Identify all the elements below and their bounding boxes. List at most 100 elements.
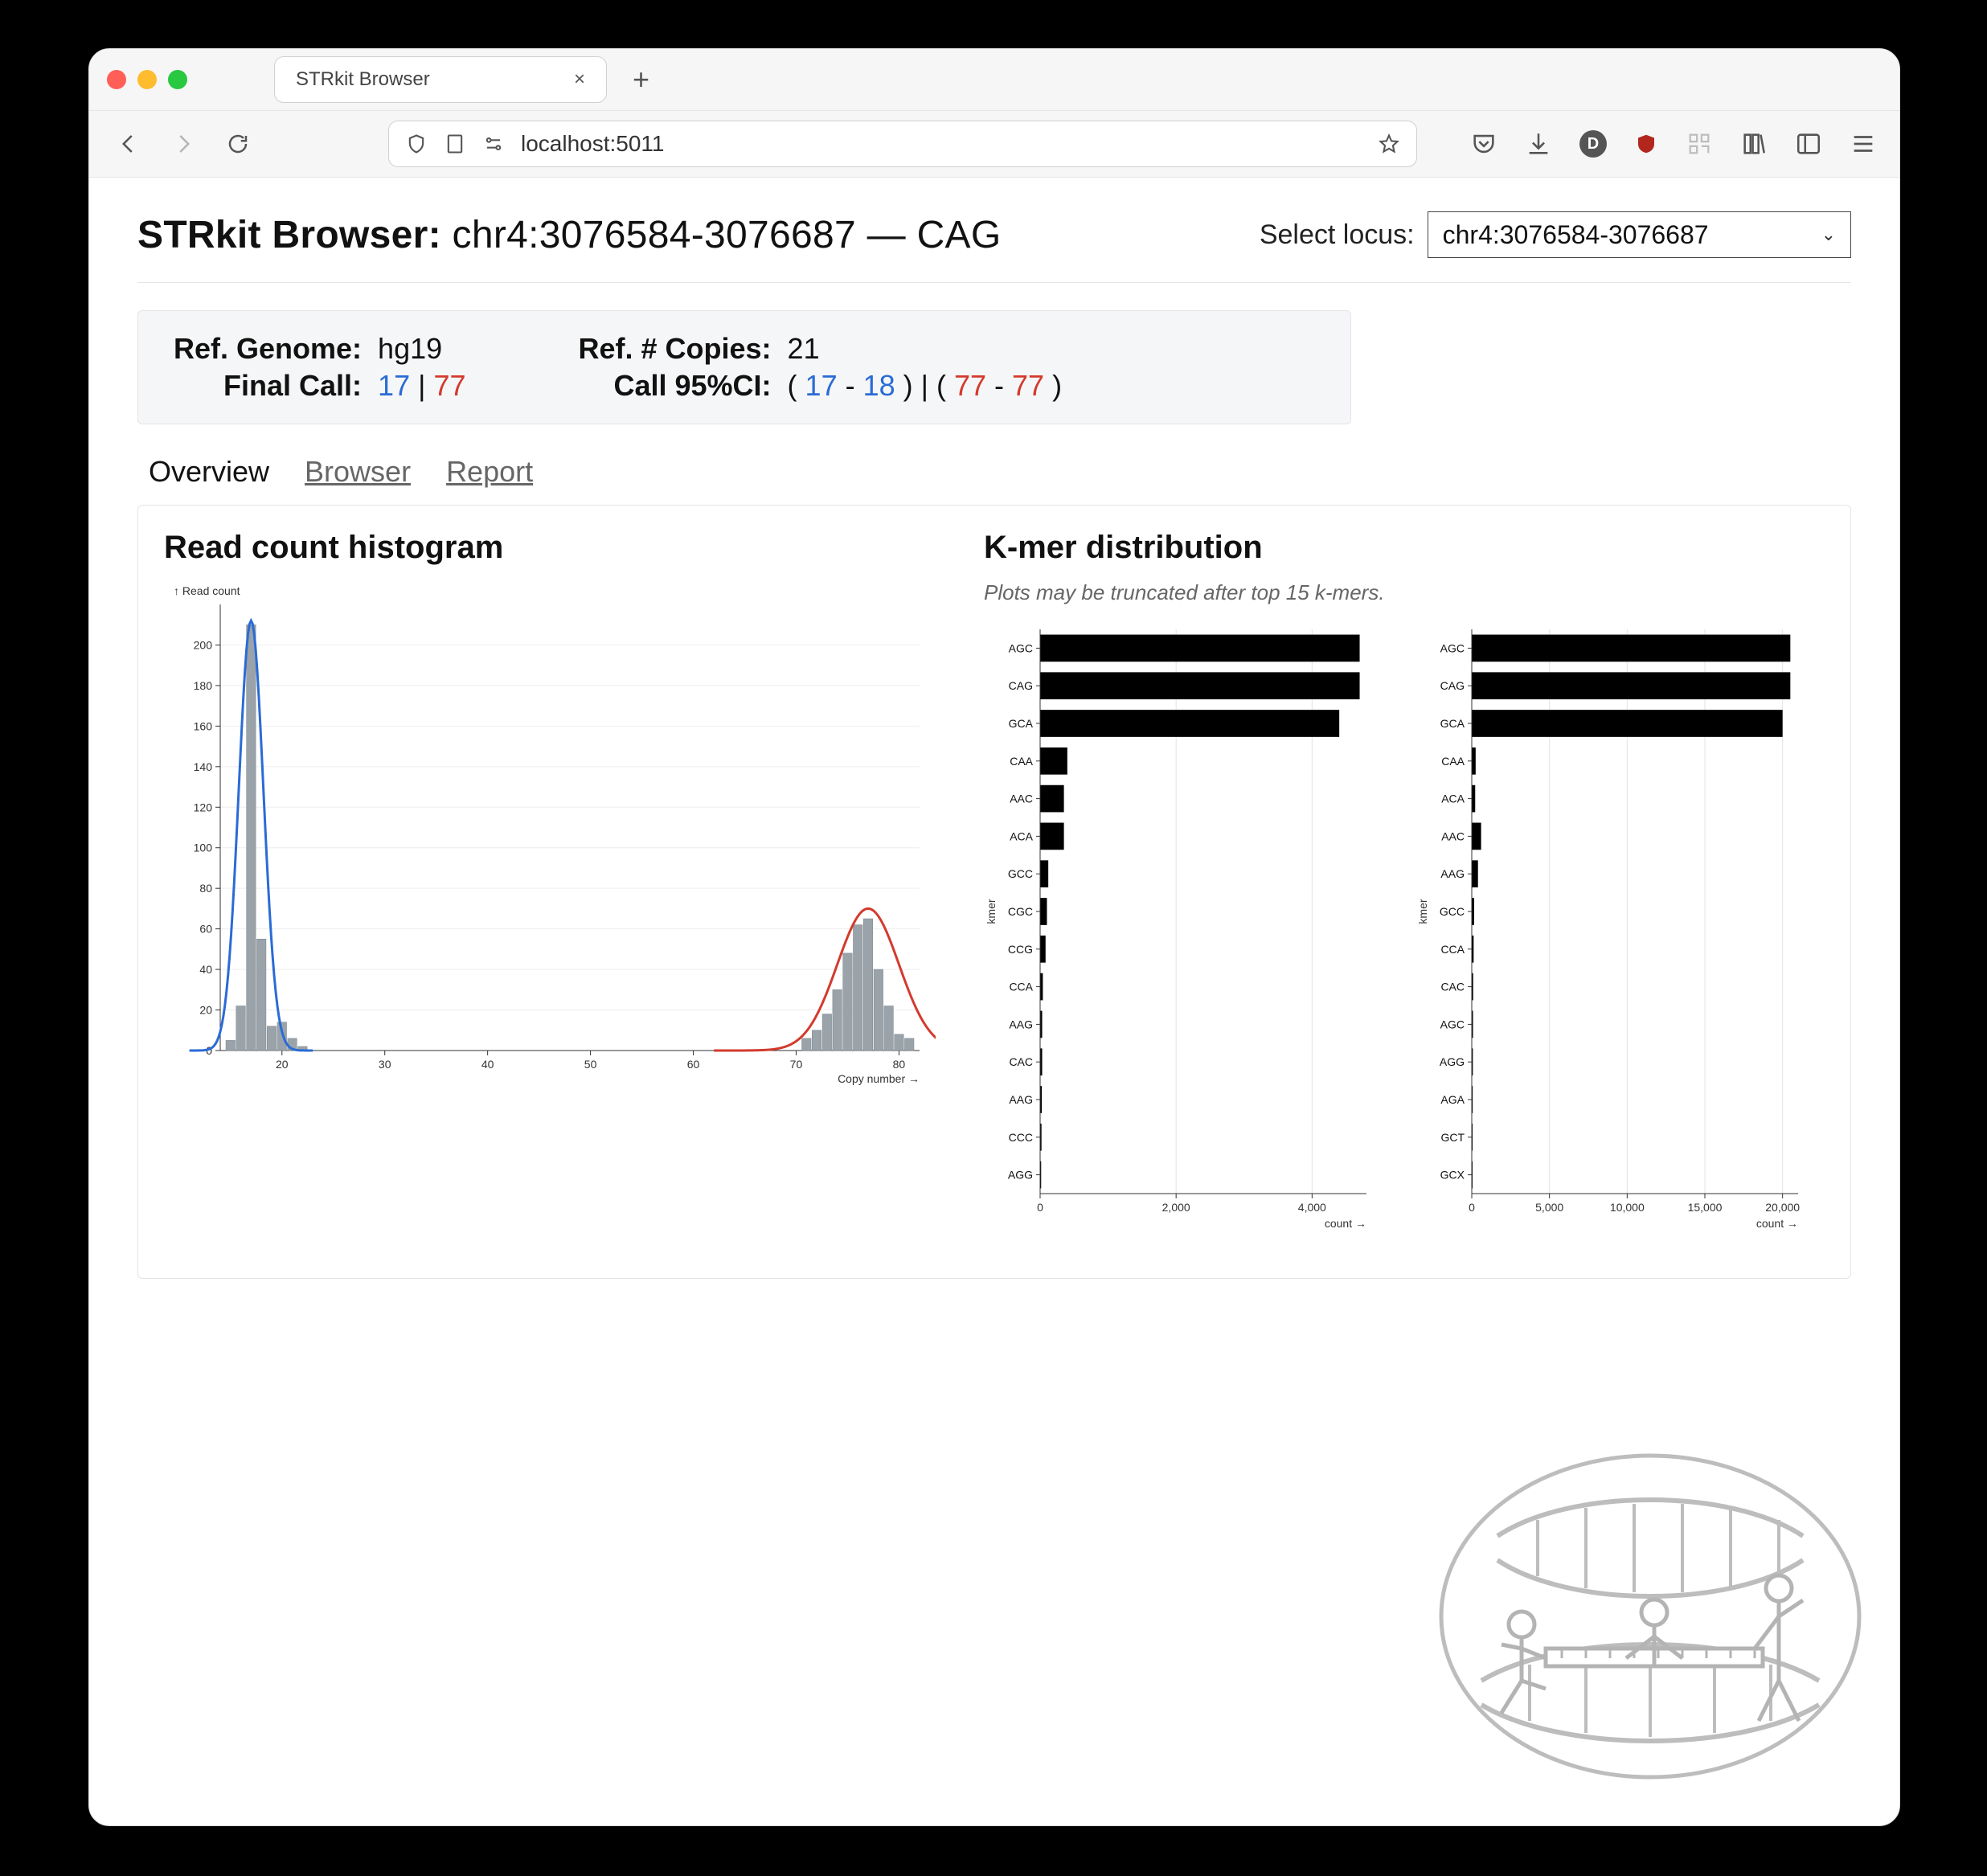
- locus-select-value: chr4:3076584-3076687: [1443, 220, 1709, 250]
- svg-text:GCC: GCC: [1008, 867, 1033, 880]
- forward-icon[interactable]: [166, 127, 200, 161]
- star-icon[interactable]: [1378, 133, 1400, 155]
- kmer-chart-right: 05,00010,00015,00020,000kmerAGCCAGGCACAA…: [1415, 623, 1809, 1242]
- ci-label: Call 95%CI:: [571, 367, 780, 404]
- svg-text:AGG: AGG: [1008, 1169, 1033, 1182]
- svg-text:AAG: AAG: [1009, 1093, 1033, 1106]
- page-content: STRkit Browser: chr4:3076584-3076687 — C…: [89, 178, 1899, 1279]
- svg-text:10,000: 10,000: [1610, 1201, 1645, 1214]
- svg-text:CCA: CCA: [1009, 981, 1033, 993]
- svg-text:5,000: 5,000: [1535, 1201, 1563, 1214]
- tab-browser[interactable]: Browser: [305, 455, 411, 489]
- svg-text:AGC: AGC: [1440, 641, 1465, 654]
- svg-text:70: 70: [790, 1058, 803, 1071]
- histogram-title: Read count histogram: [164, 530, 952, 566]
- svg-text:AGC: AGC: [1009, 641, 1033, 654]
- toolbar-right-icons: D: [1470, 130, 1877, 158]
- histogram-column: Read count histogram ↑ Read count0204060…: [164, 526, 952, 1246]
- svg-text:AGA: AGA: [1440, 1093, 1465, 1106]
- svg-text:kmer: kmer: [1416, 899, 1429, 924]
- svg-text:count →: count →: [1325, 1217, 1366, 1230]
- svg-text:GCA: GCA: [1440, 717, 1465, 730]
- chevron-down-icon: ⌄: [1821, 224, 1836, 245]
- shield-icon[interactable]: [405, 133, 428, 155]
- pocket-icon[interactable]: [1470, 130, 1497, 158]
- page-info-icon[interactable]: [444, 133, 466, 155]
- browser-tab[interactable]: STRkit Browser ×: [274, 56, 607, 103]
- svg-text:ACA: ACA: [1010, 829, 1033, 842]
- final-call-label: Final Call:: [166, 367, 370, 404]
- svg-text:CAG: CAG: [1009, 679, 1033, 692]
- reload-icon[interactable]: [221, 127, 255, 161]
- svg-text:120: 120: [194, 801, 213, 813]
- new-tab-icon[interactable]: +: [621, 63, 661, 96]
- svg-text:CCG: CCG: [1008, 943, 1033, 956]
- svg-text:AAC: AAC: [1010, 793, 1033, 805]
- svg-text:AAG: AAG: [1009, 1018, 1033, 1030]
- svg-text:count →: count →: [1756, 1217, 1798, 1230]
- svg-text:CGC: CGC: [1008, 905, 1033, 918]
- svg-text:160: 160: [194, 719, 213, 732]
- final-call-sep: |: [410, 369, 433, 402]
- ublock-icon[interactable]: [1634, 130, 1658, 158]
- svg-text:140: 140: [194, 760, 213, 773]
- svg-text:GCT: GCT: [1440, 1131, 1465, 1144]
- final-call-value: 17 | 77: [370, 367, 473, 404]
- sidebar-icon[interactable]: [1795, 130, 1822, 158]
- svg-text:GCC: GCC: [1440, 905, 1465, 918]
- svg-text:Copy number →: Copy number →: [838, 1072, 920, 1085]
- url-bar[interactable]: localhost:5011: [388, 121, 1417, 167]
- sub-tabs: Overview Browser Report: [149, 455, 1851, 489]
- final-call-a: 17: [378, 369, 410, 402]
- svg-text:0: 0: [1037, 1201, 1043, 1214]
- svg-text:50: 50: [584, 1058, 597, 1071]
- app-name: STRkit Browser:: [137, 214, 441, 256]
- kmer-chart-left: 02,0004,000kmerAGCCAGGCACAAAACACAGCCCGCC…: [984, 623, 1378, 1242]
- kmer-title: K-mer distribution: [984, 530, 1825, 566]
- charts-card: Read count histogram ↑ Read count0204060…: [137, 505, 1851, 1279]
- svg-text:180: 180: [194, 679, 213, 692]
- permissions-icon[interactable]: [482, 133, 505, 155]
- close-tab-icon[interactable]: ×: [574, 68, 585, 91]
- browser-tab-title: STRkit Browser: [296, 68, 430, 91]
- svg-text:30: 30: [379, 1058, 391, 1071]
- svg-text:ACA: ACA: [1441, 793, 1465, 805]
- url-text[interactable]: localhost:5011: [521, 131, 1362, 157]
- app-window: STRkit Browser × + localhost:5011: [88, 48, 1900, 1826]
- svg-text:AAC: AAC: [1441, 829, 1465, 842]
- svg-text:40: 40: [199, 963, 212, 976]
- svg-text:CCC: CCC: [1009, 1131, 1033, 1144]
- maximize-icon[interactable]: [168, 70, 187, 89]
- svg-text:2,000: 2,000: [1162, 1201, 1190, 1214]
- svg-text:0: 0: [1469, 1201, 1475, 1214]
- title-motif: CAG: [917, 214, 1002, 256]
- extension-d-icon[interactable]: D: [1579, 130, 1607, 158]
- back-icon[interactable]: [112, 127, 145, 161]
- svg-text:AGC: AGC: [1440, 1018, 1465, 1030]
- svg-text:20,000: 20,000: [1765, 1201, 1800, 1214]
- svg-text:40: 40: [481, 1058, 494, 1071]
- locus-selector: Select locus: chr4:3076584-3076687 ⌄: [1260, 211, 1851, 258]
- title-sep: —: [856, 214, 917, 256]
- svg-text:CAC: CAC: [1440, 981, 1465, 993]
- tab-report[interactable]: Report: [446, 455, 533, 489]
- svg-text:CAA: CAA: [1441, 755, 1465, 768]
- svg-text:100: 100: [194, 842, 213, 854]
- ref-copies-label: Ref. # Copies:: [571, 330, 780, 367]
- ref-genome-label: Ref. Genome:: [166, 330, 370, 367]
- svg-text:80: 80: [893, 1058, 906, 1071]
- hamburger-icon[interactable]: [1850, 130, 1877, 158]
- svg-text:CAA: CAA: [1010, 755, 1033, 768]
- decorative-illustration: [1425, 1440, 1875, 1793]
- download-icon[interactable]: [1525, 130, 1552, 158]
- window-controls[interactable]: [107, 70, 187, 89]
- locus-select[interactable]: chr4:3076584-3076687 ⌄: [1428, 211, 1851, 258]
- close-icon[interactable]: [107, 70, 126, 89]
- minimize-icon[interactable]: [137, 70, 157, 89]
- svg-text:60: 60: [199, 923, 212, 936]
- tab-overview[interactable]: Overview: [149, 455, 269, 489]
- qr-scan-icon[interactable]: [1686, 130, 1713, 158]
- svg-text:20: 20: [199, 1004, 212, 1017]
- library-icon[interactable]: [1740, 130, 1768, 158]
- svg-text:80: 80: [199, 882, 212, 895]
